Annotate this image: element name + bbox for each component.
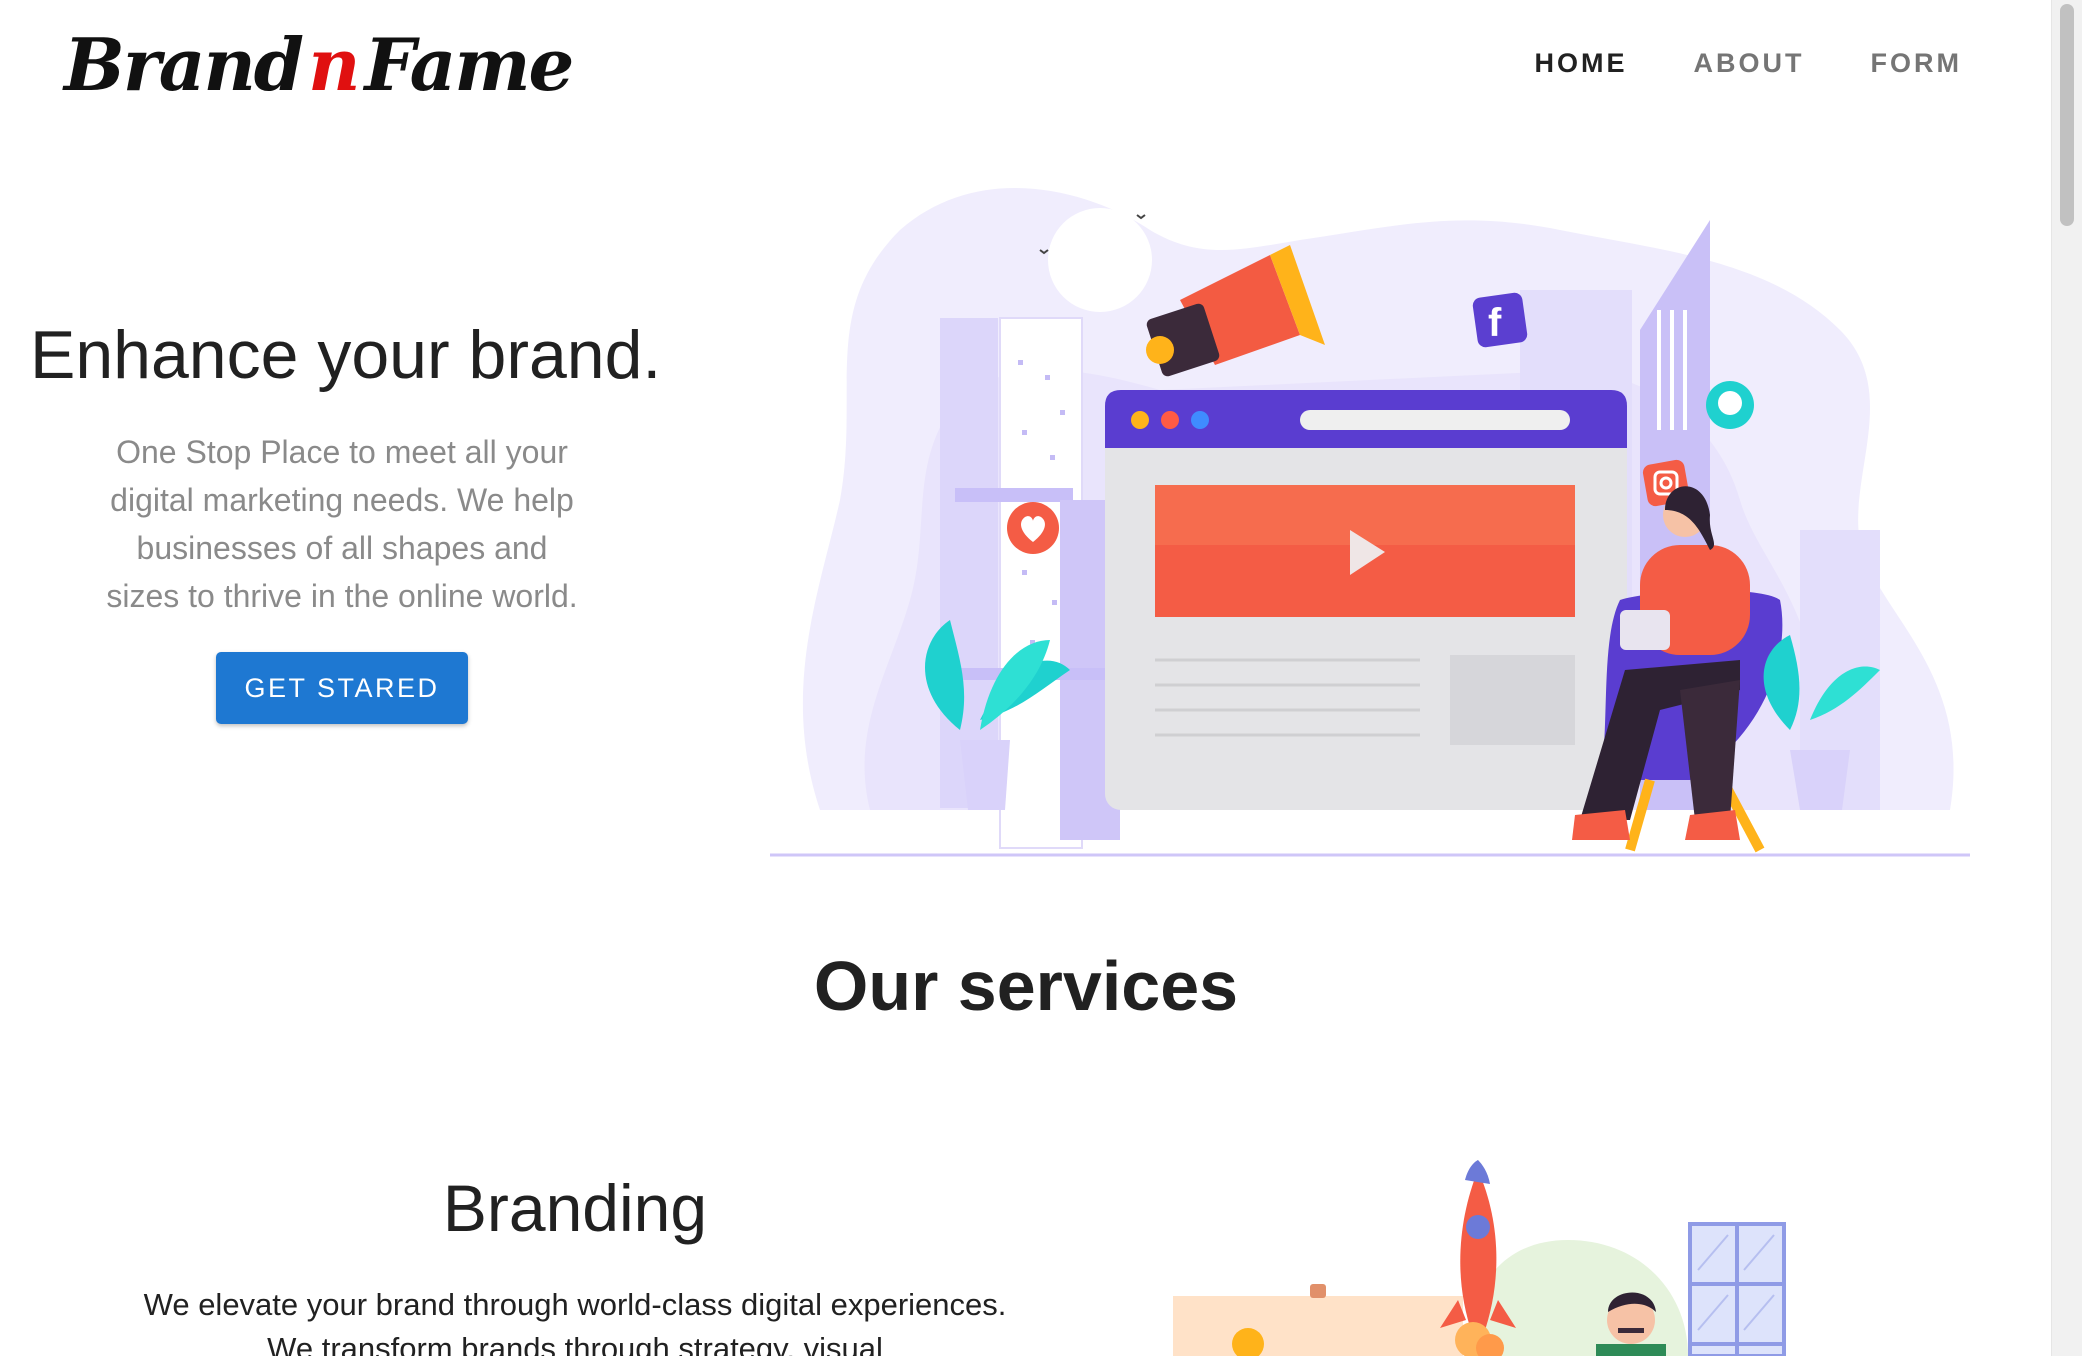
brand-logo[interactable]: BrandnFame bbox=[64, 22, 575, 107]
chat-icon bbox=[1706, 381, 1754, 429]
logo-part3: Fame bbox=[364, 22, 575, 107]
nav-form[interactable]: FORM bbox=[1871, 48, 1962, 79]
logo-part1: Brand bbox=[64, 22, 304, 107]
services-title: Our services bbox=[813, 947, 1239, 1025]
logo-part2: n bbox=[308, 22, 360, 107]
nav-about[interactable]: ABOUT bbox=[1694, 48, 1805, 79]
branding-illustration bbox=[1173, 1160, 1786, 1356]
scrollbar-thumb[interactable] bbox=[2060, 4, 2074, 226]
service-description: We elevate your brand through world-clas… bbox=[143, 1287, 1007, 1356]
main-nav: HOME ABOUT FORM bbox=[1535, 48, 1962, 79]
nav-home[interactable]: HOME bbox=[1535, 48, 1628, 79]
hero-illustration: f bbox=[770, 188, 1970, 857]
page-scrollbar[interactable] bbox=[2051, 0, 2082, 1356]
hero-subtitle: One Stop Place to meet all your digital … bbox=[106, 434, 578, 614]
heart-icon bbox=[1007, 502, 1059, 554]
svg-text:f: f bbox=[1488, 301, 1502, 345]
service-title: Branding bbox=[442, 1171, 708, 1245]
facebook-icon: f bbox=[1472, 292, 1528, 348]
page: BrandnFame HOME ABOUT FORM Enhance your … bbox=[0, 0, 2052, 1356]
get-started-button[interactable]: GET STARED bbox=[216, 652, 468, 724]
hero-title: Enhance your brand. bbox=[30, 317, 662, 393]
